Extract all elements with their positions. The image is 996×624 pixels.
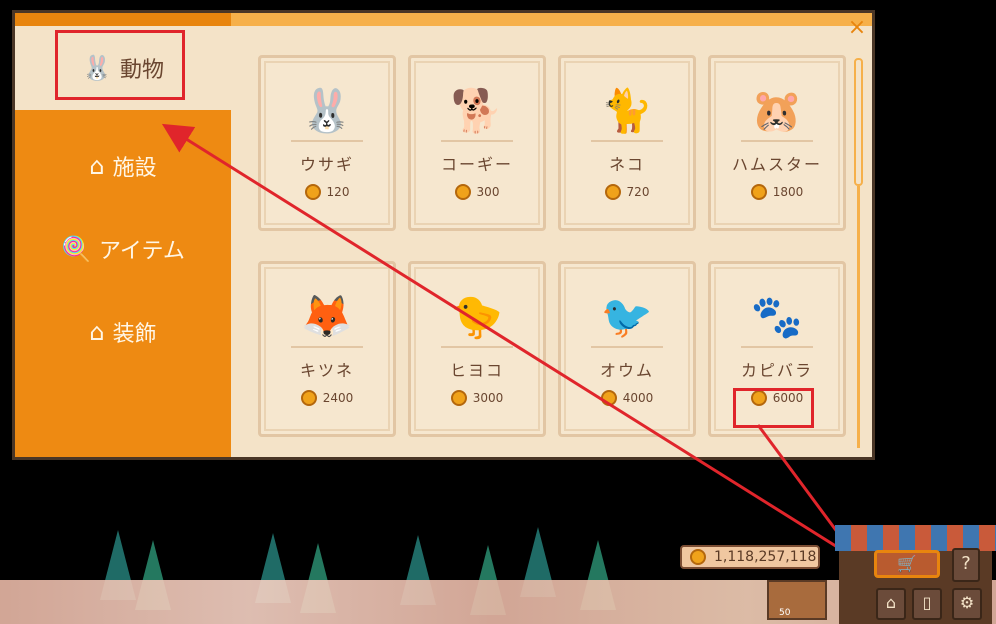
market-stand: 50 — [767, 580, 827, 620]
shop-button[interactable]: 🛒 — [874, 550, 940, 578]
coin-counter: 1,118,257,118 — [680, 545, 820, 569]
gear-icon: ⚙ — [959, 593, 975, 612]
coin-icon — [690, 549, 706, 565]
home-button[interactable]: ⌂ — [876, 588, 906, 620]
book-icon: ▯ — [922, 593, 932, 612]
stand-count: 50 — [779, 608, 791, 618]
shopping-cart-icon: 🛒 — [897, 554, 917, 573]
coin-amount: 1,118,257,118 — [714, 549, 817, 565]
settings-button[interactable]: ⚙ — [952, 588, 982, 620]
book-button[interactable]: ▯ — [912, 588, 942, 620]
arrow-to-animals-tab — [161, 123, 859, 562]
help-button[interactable]: ? — [952, 548, 980, 582]
home-icon: ⌂ — [885, 593, 897, 612]
